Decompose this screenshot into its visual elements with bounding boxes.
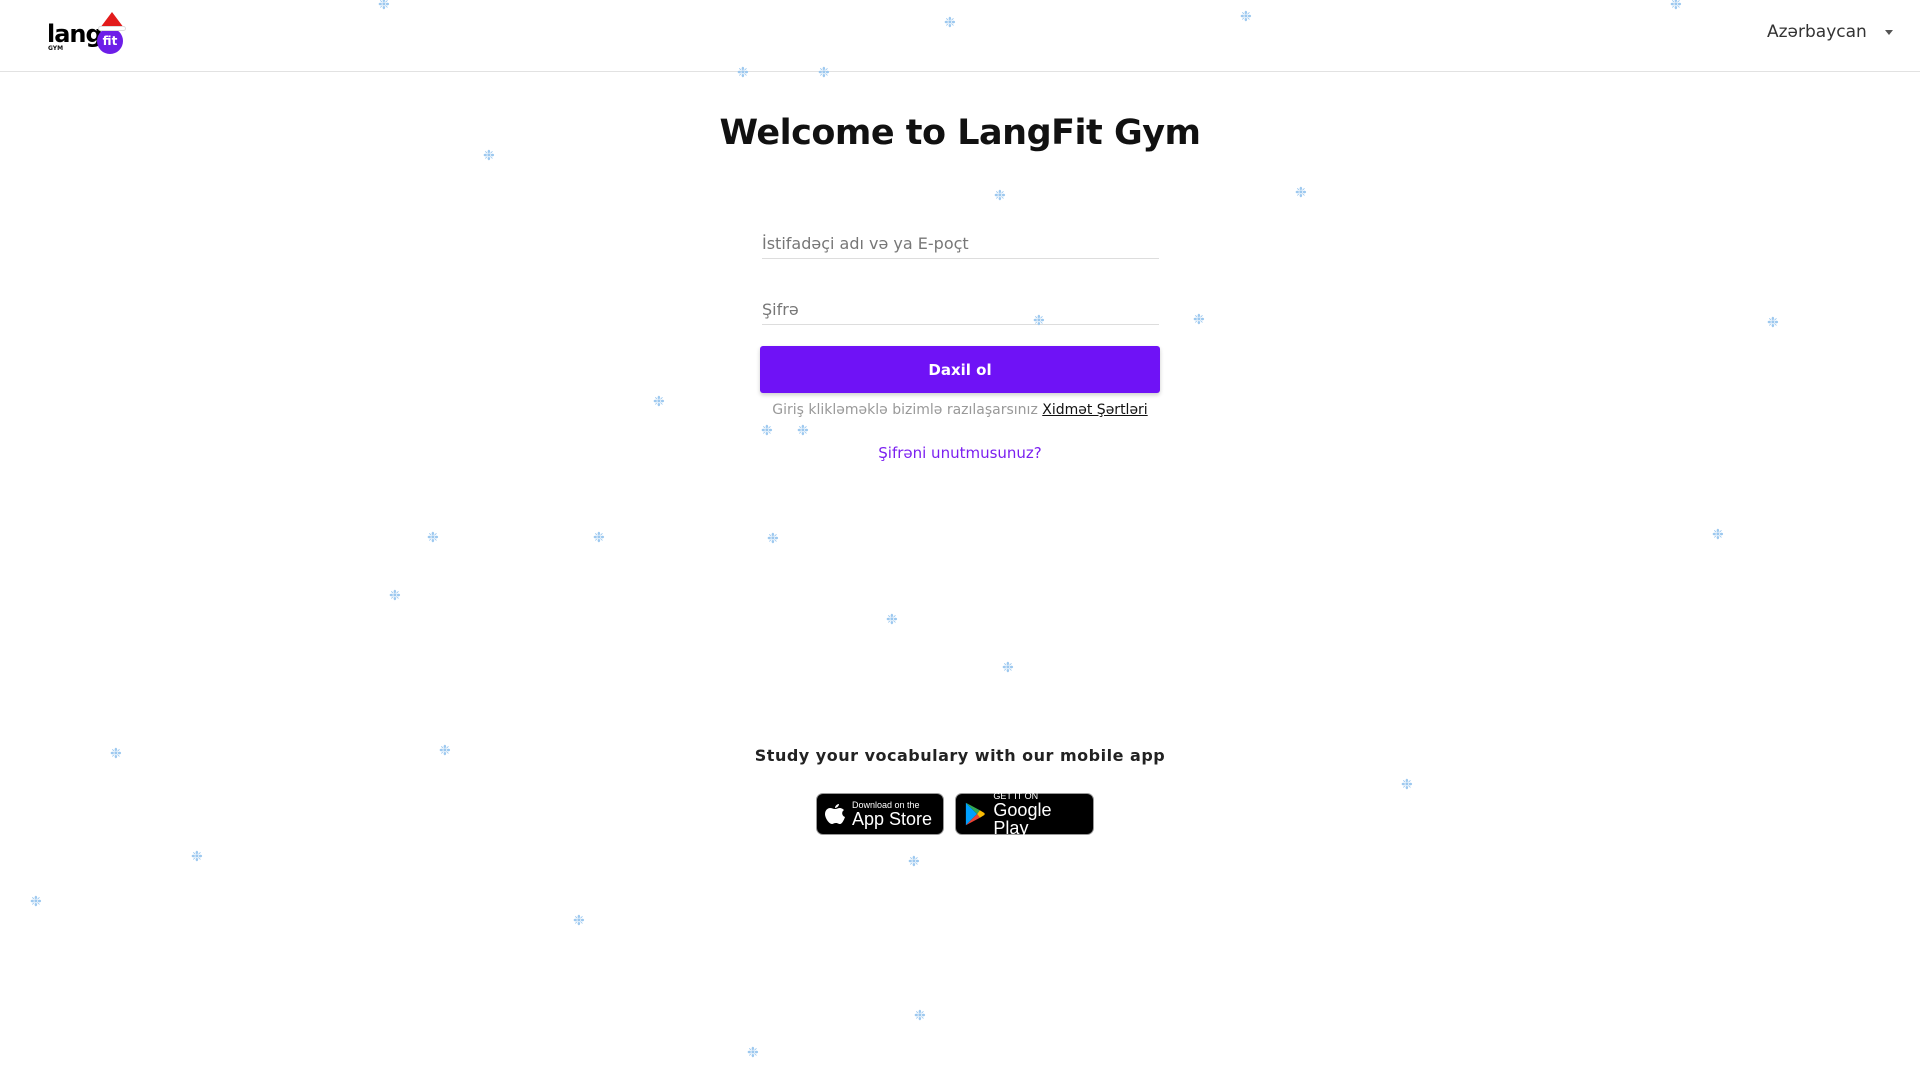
snowflake-icon: ❉ [747, 1045, 759, 1061]
snowflake-icon: ❉ [1240, 9, 1252, 25]
snowflake-icon: ❉ [573, 913, 585, 929]
snowflake-icon: ❉ [1033, 313, 1045, 329]
snowflake-icon: ❉ [439, 743, 451, 759]
snowflake-icon: ❉ [797, 423, 809, 439]
langfit-logo[interactable]: lang GYM fit [47, 10, 137, 54]
snowflake-icon: ❉ [427, 530, 439, 546]
snowflake-icon: ❉ [944, 15, 956, 31]
snowflake-icon: ❉ [593, 530, 605, 546]
snowflake-icon: ❉ [737, 65, 749, 81]
forgot-password: Şifrəni unutmusunuz? [0, 444, 1920, 462]
snowflake-icon: ❉ [886, 612, 898, 628]
snowflake-icon: ❉ [1295, 185, 1307, 201]
snowflake-icon: ❉ [908, 854, 920, 870]
username-input[interactable] [762, 232, 1159, 259]
snowflake-icon: ❉ [767, 531, 779, 547]
snowflake-icon: ❉ [653, 394, 665, 410]
snowflake-icon: ❉ [1767, 315, 1779, 331]
terms-notice: Giriş klikləməklə bizimlə razılaşarsınız… [772, 402, 1148, 418]
snowflake-icon: ❉ [994, 188, 1006, 204]
mobile-app-heading: Study your vocabulary with our mobile ap… [754, 746, 1166, 765]
snowflake-icon: ❉ [1002, 660, 1014, 676]
snowflake-icon: ❉ [1712, 527, 1724, 543]
caret-down-icon [1884, 29, 1893, 35]
google-play-badge[interactable]: GET IT ON Google Play [955, 791, 1094, 837]
snowflake-icon: ❉ [30, 894, 42, 910]
language-select[interactable]: Azərbaycan [1767, 22, 1893, 42]
terms-link[interactable]: Xidmət Şərtləri [1042, 402, 1147, 418]
snowflake-icon: ❉ [389, 588, 401, 604]
snowflake-icon: ❉ [761, 423, 773, 439]
santa-hat-brim [98, 26, 126, 31]
snowflake-icon: ❉ [1401, 777, 1413, 793]
password-input[interactable] [762, 298, 1159, 325]
app-store-badge[interactable]: Download on the App Store [816, 793, 944, 835]
snowflake-icon: ❉ [914, 1008, 926, 1024]
snowflake-icon: ❉ [191, 849, 203, 865]
page-title: Welcome to LangFit Gym [719, 113, 1201, 153]
snowflake-icon: ❉ [110, 746, 122, 762]
snowflake-icon: ❉ [378, 0, 390, 13]
apple-icon [825, 804, 845, 824]
snowflake-icon: ❉ [483, 148, 495, 164]
header: lang GYM fit Azərbaycan [0, 0, 1920, 72]
snowflake-icon: ❉ [1670, 0, 1682, 13]
login-button[interactable]: Daxil ol [760, 346, 1160, 393]
snowflake-icon: ❉ [1193, 312, 1205, 328]
snowflake-icon: ❉ [818, 65, 830, 81]
google-play-icon [965, 802, 985, 826]
forgot-password-link[interactable]: Şifrəni unutmusunuz? [878, 444, 1042, 462]
